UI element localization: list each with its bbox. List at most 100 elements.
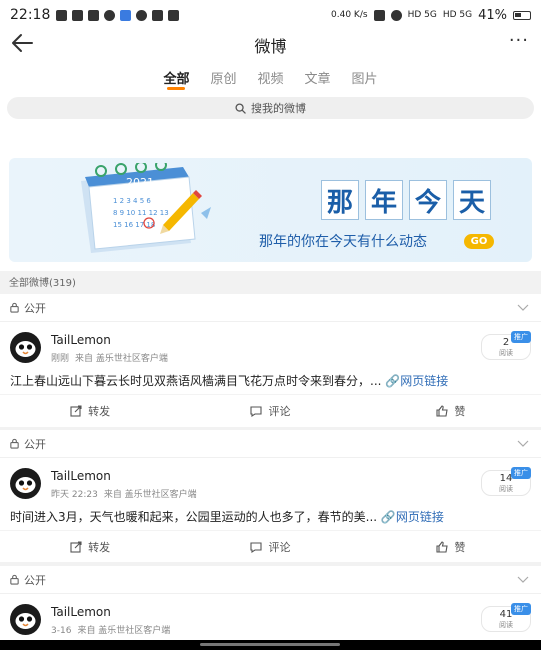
search-placeholder: 搜我的微博 — [251, 102, 306, 115]
search-area: 搜我的微博 — [0, 92, 541, 126]
comment-button[interactable]: 评论 — [180, 395, 360, 426]
tab-original[interactable]: 原创 — [210, 60, 236, 92]
avatar[interactable] — [10, 604, 41, 635]
post-source: 来自 盖乐世社区客户端 — [75, 354, 168, 364]
app-notification-icon — [104, 9, 116, 21]
svg-text:1 2 3 4 5 6: 1 2 3 4 5 6 — [113, 197, 151, 205]
promote-badge[interactable]: 推广 — [511, 331, 531, 343]
banner-subtitle: 那年的你在今天有什么动态 — [259, 234, 427, 250]
comment-label: 评论 — [268, 540, 291, 554]
lock-icon — [10, 302, 19, 313]
visibility-row: 公开 — [0, 566, 541, 594]
battery-level: 41% — [478, 7, 507, 23]
repost-icon — [70, 404, 82, 417]
net-type-2: HD 5G — [442, 10, 473, 20]
tab-all[interactable]: 全部 — [163, 60, 189, 92]
status-time: 22:18 — [10, 7, 51, 23]
app-notification-icon — [152, 9, 164, 21]
repost-label: 转发 — [88, 540, 111, 554]
post-author: TailLemon 3-16 来自 盖乐世社区客户端 41 阅读 推广 — [0, 594, 541, 640]
search-icon — [235, 102, 246, 114]
author-name[interactable]: TailLemon — [51, 333, 111, 347]
tab-video[interactable]: 视频 — [257, 60, 283, 92]
repost-button[interactable]: 转发 — [0, 395, 180, 426]
post-source: 来自 盖乐世社区客户端 — [77, 626, 171, 636]
svg-text:8 9 10 11 12 13: 8 9 10 11 12 13 — [113, 209, 169, 217]
notification-icons — [56, 9, 180, 21]
like-button[interactable]: 赞 — [361, 531, 541, 562]
visibility-row: 公开 — [0, 294, 541, 322]
net-type-1: HD 5G — [407, 10, 437, 20]
visibility-label: 公开 — [24, 437, 46, 451]
lock-icon — [10, 438, 19, 449]
app-notification-icon — [56, 9, 68, 21]
on-this-day-banner[interactable]: 2021 1 2 3 4 5 6 8 9 10 11 12 13 15 16 1… — [9, 158, 532, 262]
like-button[interactable]: 赞 — [361, 395, 541, 426]
thumbs-up-icon — [436, 404, 448, 417]
author-name[interactable]: TailLemon — [51, 469, 111, 483]
promote-badge[interactable]: 推广 — [511, 603, 531, 615]
visibility-label: 公开 — [24, 301, 46, 315]
tab-image[interactable]: 图片 — [352, 60, 378, 92]
chevron-down-icon[interactable] — [517, 437, 529, 449]
repost-button[interactable]: 转发 — [0, 531, 180, 562]
like-label: 赞 — [454, 540, 466, 554]
chevron-down-icon[interactable] — [517, 301, 529, 313]
banner-title: 那 年 今 天 — [321, 180, 491, 220]
repost-icon — [70, 540, 82, 553]
filter-tabs: 全部 原创 视频 文章 图片 — [0, 60, 541, 92]
tab-article[interactable]: 文章 — [305, 60, 331, 92]
calendar-year: 2021 — [126, 176, 154, 189]
web-link[interactable]: 🔗网页链接 — [381, 510, 444, 524]
go-button[interactable]: GO — [464, 234, 494, 249]
read-count: 2 — [502, 337, 510, 348]
read-label: 阅读 — [499, 485, 513, 493]
gallery-icon — [168, 9, 180, 21]
like-label: 赞 — [454, 404, 466, 418]
home-indicator[interactable] — [200, 643, 340, 646]
post-source: 来自 盖乐世社区客户端 — [103, 490, 197, 500]
comment-icon — [250, 541, 263, 553]
repost-label: 转发 — [88, 404, 111, 418]
banner-title-char: 年 — [365, 180, 403, 220]
post-body: 时间进入3月，天气也暖和起来，公园里运动的人也多了，春节的美... — [10, 510, 378, 524]
post-card: 公开 TailLemon 昨天 22:23 来自 盖乐世社区客户端 14 阅读 推广… — [0, 430, 541, 562]
tiktok-icon — [88, 9, 100, 21]
avatar[interactable] — [10, 468, 41, 499]
visibility-label: 公开 — [24, 573, 46, 587]
promote-badge[interactable]: 推广 — [511, 467, 531, 479]
gesture-nav-bar — [0, 640, 541, 650]
post-actions: 转发 评论 赞 — [0, 394, 541, 426]
chevron-down-icon[interactable] — [517, 573, 529, 585]
alarm-icon — [373, 9, 385, 21]
more-options-icon[interactable]: ··· — [509, 30, 529, 51]
wifi-icon — [390, 9, 402, 21]
app-notification-icon — [136, 9, 148, 21]
web-link[interactable]: 🔗网页链接 — [385, 374, 448, 388]
post-author: TailLemon 刚刚 来自 盖乐世社区客户端 2 阅读 推广 — [0, 322, 541, 368]
app-notification-icon — [120, 9, 132, 21]
post-text[interactable]: 江上春山远山下暮云长时见双燕语风樯满目飞花万点时令来到春分，... 🔗网页链接 — [0, 368, 541, 394]
page-title: 微博 — [254, 37, 287, 56]
post-count: 全部微博(319) — [9, 278, 76, 289]
comment-button[interactable]: 评论 — [180, 531, 360, 562]
comment-icon — [250, 405, 263, 417]
post-text[interactable]: 时间进入3月，天气也暖和起来，公园里运动的人也多了，春节的美... 🔗网页链接 — [0, 504, 541, 530]
post-author: TailLemon 昨天 22:23 来自 盖乐世社区客户端 14 阅读 推广 — [0, 458, 541, 504]
search-input[interactable]: 搜我的微博 — [7, 97, 534, 119]
post-meta: 昨天 22:23 来自 盖乐世社区客户端 — [51, 487, 197, 500]
lock-icon — [10, 574, 19, 585]
banner-title-char: 天 — [453, 180, 491, 220]
app-header: 微博 ··· — [0, 30, 541, 60]
post-time: 昨天 22:23 — [51, 490, 98, 500]
post-meta: 3-16 来自 盖乐世社区客户端 — [51, 623, 170, 636]
author-name[interactable]: TailLemon — [51, 605, 111, 619]
net-speed: 0.40 K/s — [331, 10, 368, 20]
read-label: 阅读 — [499, 349, 513, 357]
post-time: 刚刚 — [51, 354, 70, 364]
banner-section: 2021 1 2 3 4 5 6 8 9 10 11 12 13 15 16 1… — [0, 126, 541, 271]
status-right: 0.40 K/s HD 5G HD 5G 41% — [331, 8, 531, 23]
avatar[interactable] — [10, 332, 41, 363]
post-card: 公开 TailLemon 3-16 来自 盖乐世社区客户端 41 阅读 推广 — [0, 566, 541, 640]
banner-title-char: 那 — [321, 180, 359, 220]
